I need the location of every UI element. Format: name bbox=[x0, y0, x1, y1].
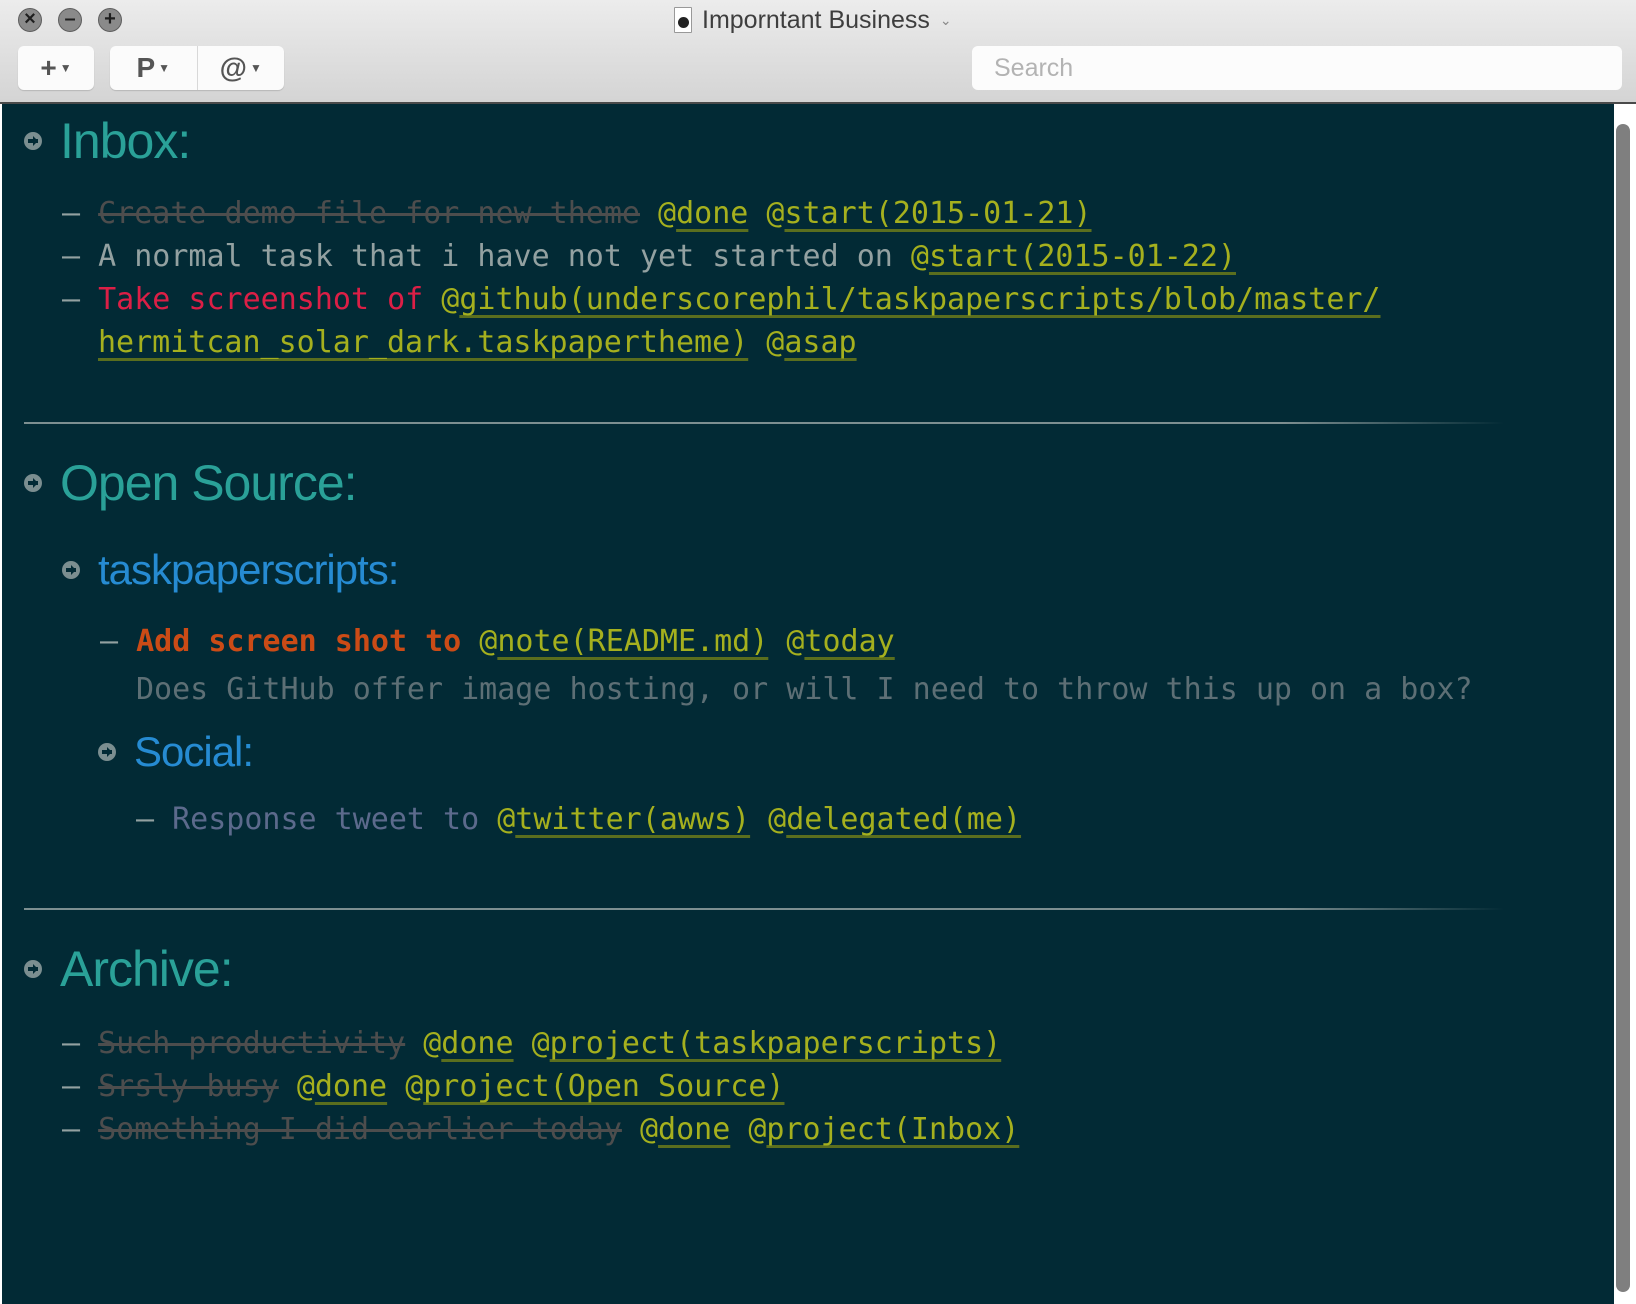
task-dash: – bbox=[62, 1026, 99, 1061]
task-text: Srsly busy bbox=[98, 1069, 279, 1104]
tag-asap[interactable]: @asap bbox=[766, 325, 856, 360]
close-window-button[interactable]: × bbox=[18, 8, 42, 32]
task-item[interactable]: – Create demo file for new theme @done @… bbox=[62, 192, 1092, 235]
tag-at-icon: @ bbox=[219, 52, 247, 83]
tag-github-continuation[interactable]: hermitcan_solar_dark.taskpapertheme) bbox=[98, 325, 748, 360]
project-archive[interactable]: Archive: bbox=[24, 940, 234, 998]
task-item[interactable]: – A normal task that i have not yet star… bbox=[62, 235, 1236, 278]
task-dash: – bbox=[136, 802, 173, 837]
project-bullet-icon[interactable] bbox=[24, 960, 42, 978]
project-icon: P bbox=[136, 52, 156, 83]
project-title: Archive: bbox=[60, 941, 234, 997]
task-dash: – bbox=[62, 1112, 99, 1147]
project-social[interactable]: Social: bbox=[98, 728, 254, 776]
tag-twitter[interactable]: @twitter(awws) bbox=[497, 802, 750, 837]
task-item[interactable]: – Srsly busy @done @project(Open Source) bbox=[62, 1065, 784, 1108]
minimize-window-button[interactable]: – bbox=[58, 8, 82, 32]
window-title[interactable]: Imporntant Business ⌄ bbox=[674, 4, 952, 36]
task-item[interactable]: – Take screenshot of @github(underscorep… bbox=[62, 278, 1381, 321]
tag-done[interactable]: @done bbox=[297, 1069, 387, 1104]
tag-today[interactable]: @today bbox=[786, 624, 894, 659]
project-separator bbox=[24, 908, 1504, 910]
tag-project[interactable]: @project(Inbox) bbox=[748, 1112, 1019, 1147]
project-title: Inbox: bbox=[60, 113, 191, 169]
project-separator bbox=[24, 422, 1504, 424]
tag-done[interactable]: @done bbox=[640, 1112, 730, 1147]
project-open-source[interactable]: Open Source: bbox=[24, 454, 358, 512]
tag-note[interactable]: @note(README.md) bbox=[479, 624, 768, 659]
task-note[interactable]: Does GitHub offer image hosting, or will… bbox=[136, 668, 1473, 711]
task-text: A normal task that i have not yet starte… bbox=[98, 239, 893, 274]
project-title: taskpaperscripts: bbox=[98, 546, 399, 593]
go-to-project-button[interactable]: P ▼ bbox=[110, 46, 197, 90]
dropdown-caret-icon: ▼ bbox=[249, 61, 262, 75]
task-dash: – bbox=[100, 624, 137, 659]
task-dash: – bbox=[62, 196, 99, 231]
tag-github[interactable]: @github(underscorephil/taskpaperscripts/… bbox=[441, 282, 1380, 317]
tag-done[interactable]: @done bbox=[423, 1026, 513, 1061]
task-item-continuation[interactable]: hermitcan_solar_dark.taskpapertheme) @as… bbox=[98, 321, 857, 364]
task-text: Such productivity bbox=[98, 1026, 406, 1061]
project-title: Social: bbox=[134, 728, 254, 775]
tag-start[interactable]: @start(2015-01-21) bbox=[766, 196, 1091, 231]
app-window: × – + Imporntant Business ⌄ +▼ P▼ @▼ Inb… bbox=[0, 0, 1636, 1304]
project-inbox[interactable]: Inbox: bbox=[24, 112, 191, 170]
tag-project[interactable]: @project(taskpaperscripts) bbox=[532, 1026, 1002, 1061]
window-title-text: Imporntant Business bbox=[702, 5, 930, 34]
plus-icon: + bbox=[40, 52, 57, 83]
dropdown-caret-icon: ▼ bbox=[158, 61, 171, 75]
tag-delegated[interactable]: @delegated(me) bbox=[768, 802, 1021, 837]
dropdown-caret-icon: ▼ bbox=[59, 61, 72, 75]
go-to-tag-button[interactable]: @ ▼ bbox=[196, 46, 285, 90]
document-icon bbox=[674, 7, 692, 33]
project-tag-button-group: P ▼ @ ▼ bbox=[110, 46, 284, 90]
scrollbar-thumb[interactable] bbox=[1616, 124, 1630, 1292]
task-dash: – bbox=[62, 282, 99, 317]
task-dash: – bbox=[62, 239, 99, 274]
tag-project[interactable]: @project(Open Source) bbox=[405, 1069, 784, 1104]
task-dash: – bbox=[62, 1069, 99, 1104]
titlebar: × – + Imporntant Business ⌄ + ▼ P ▼ @ ▼ bbox=[0, 0, 1636, 104]
task-item[interactable]: – Add screen shot to @note(README.md) @t… bbox=[100, 620, 895, 663]
document-editor[interactable]: Inbox: – Create demo file for new theme … bbox=[2, 104, 1614, 1304]
project-bullet-icon[interactable] bbox=[98, 743, 116, 761]
task-item[interactable]: – Response tweet to @twitter(awws) @dele… bbox=[136, 798, 1021, 841]
tag-start[interactable]: @start(2015-01-22) bbox=[911, 239, 1236, 274]
task-text: Something I did earlier today bbox=[98, 1112, 622, 1147]
task-item[interactable]: – Something I did earlier today @done @p… bbox=[62, 1108, 1019, 1151]
project-bullet-icon[interactable] bbox=[24, 474, 42, 492]
project-taskpaperscripts[interactable]: taskpaperscripts: bbox=[62, 546, 399, 594]
task-item[interactable]: – Such productivity @done @project(taskp… bbox=[62, 1022, 1001, 1065]
project-title: Open Source: bbox=[60, 455, 358, 511]
project-bullet-icon[interactable] bbox=[24, 132, 42, 150]
project-bullet-icon[interactable] bbox=[62, 561, 80, 579]
add-item-button[interactable]: + ▼ bbox=[18, 46, 94, 90]
search-input[interactable] bbox=[972, 46, 1622, 90]
task-text: Create demo file for new theme bbox=[98, 196, 640, 231]
task-text: Take screenshot of bbox=[98, 282, 424, 317]
chevron-down-icon[interactable]: ⌄ bbox=[940, 12, 952, 29]
zoom-window-button[interactable]: + bbox=[98, 8, 122, 32]
task-text: Add screen shot to bbox=[136, 624, 462, 659]
tag-done[interactable]: @done bbox=[658, 196, 748, 231]
task-text: Response tweet to bbox=[172, 802, 480, 837]
